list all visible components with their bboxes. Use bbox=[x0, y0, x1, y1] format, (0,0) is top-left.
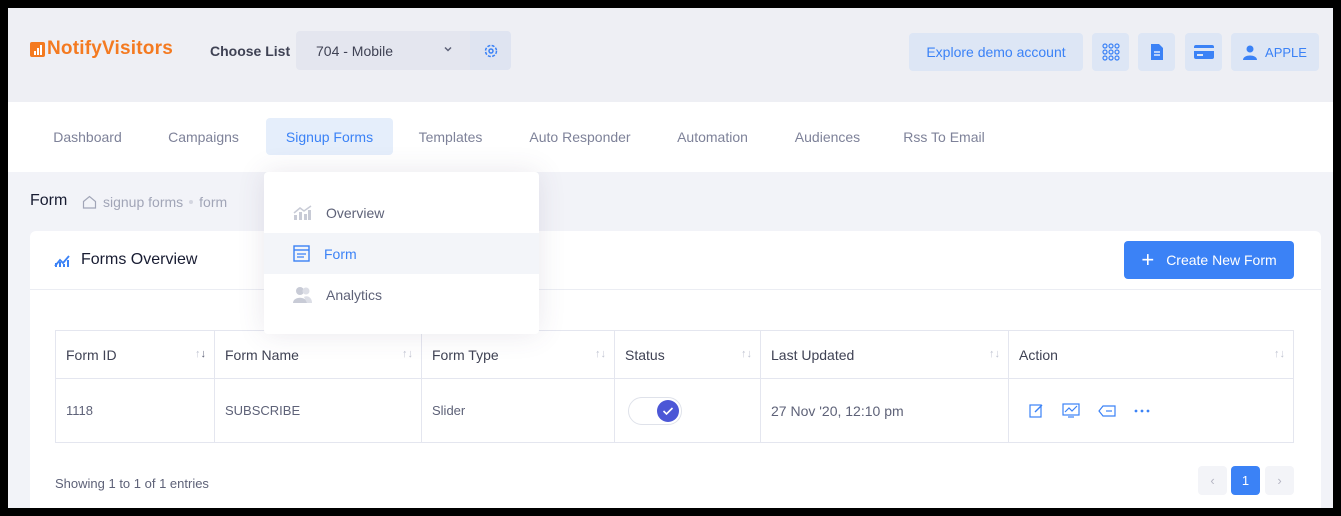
document-icon bbox=[1150, 44, 1163, 60]
forms-card: Forms Overview + Create New Form Form ID… bbox=[30, 231, 1321, 508]
list-settings-button[interactable] bbox=[470, 31, 511, 70]
page-button-current[interactable]: 1 bbox=[1231, 466, 1260, 495]
chart-icon bbox=[293, 205, 312, 220]
submenu-item-overview[interactable]: Overview bbox=[264, 192, 539, 233]
app-frame: NotifyVisitors Choose List 704 - Mobile … bbox=[8, 8, 1333, 508]
nav-automation[interactable]: Automation bbox=[661, 118, 764, 155]
user-icon bbox=[1243, 45, 1258, 60]
logo-text: NotifyVisitors bbox=[47, 38, 173, 59]
sort-icon: ↑↓ bbox=[195, 348, 206, 360]
list-select[interactable]: 704 - Mobile bbox=[296, 31, 470, 70]
submenu-item-form[interactable]: Form bbox=[264, 233, 539, 274]
sort-icon: ↑↓ bbox=[595, 348, 606, 360]
submenu-label: Analytics bbox=[326, 286, 383, 303]
signup-forms-submenu: Overview Form Analytics bbox=[264, 172, 539, 334]
cell-form-id: 1118 bbox=[55, 378, 215, 443]
explore-demo-button[interactable]: Explore demo account bbox=[909, 33, 1083, 71]
choose-list-label: Choose List bbox=[210, 43, 291, 59]
breadcrumb: signup forms form bbox=[82, 194, 227, 210]
cell-form-name: SUBSCRIBE bbox=[214, 378, 422, 443]
credit-card-icon bbox=[1193, 45, 1214, 59]
documents-button[interactable] bbox=[1138, 33, 1175, 71]
prev-page-button[interactable]: ‹ bbox=[1198, 466, 1227, 495]
sort-icon: ↑↓ bbox=[1274, 348, 1285, 360]
submenu-label: Form bbox=[324, 245, 357, 262]
main-nav: Dashboard Campaigns Signup Forms Templat… bbox=[8, 102, 1333, 172]
user-name: APPLE bbox=[1265, 44, 1307, 60]
card-header: Forms Overview + Create New Form bbox=[30, 231, 1321, 290]
column-header-action[interactable]: Action ↑↓ bbox=[1008, 330, 1294, 379]
check-icon bbox=[657, 399, 679, 422]
cell-form-type: Slider bbox=[421, 378, 615, 443]
sort-icon: ↑↓ bbox=[402, 348, 413, 360]
users-icon bbox=[293, 287, 312, 303]
chevron-down-icon bbox=[444, 46, 452, 52]
column-header-form-name[interactable]: Form Name ↑↓ bbox=[214, 330, 422, 379]
chevron-right-icon: › bbox=[1277, 473, 1282, 488]
top-header: NotifyVisitors Choose List 704 - Mobile … bbox=[8, 8, 1333, 102]
table-header-row: Form ID ↑↓ Form Name ↑↓ Form Type ↑↓ Status… bbox=[55, 330, 1294, 379]
grid-icon bbox=[1101, 43, 1120, 61]
billing-button[interactable] bbox=[1185, 33, 1222, 71]
home-icon[interactable] bbox=[82, 195, 97, 209]
column-header-status[interactable]: Status ↑↓ bbox=[614, 330, 761, 379]
card-title-text: Forms Overview bbox=[81, 251, 198, 268]
page-title: Form bbox=[30, 192, 68, 209]
logo-icon bbox=[30, 41, 45, 57]
breadcrumb-separator bbox=[189, 200, 194, 204]
submenu-item-analytics[interactable]: Analytics bbox=[264, 274, 539, 315]
report-icon[interactable] bbox=[1062, 403, 1080, 418]
table-row: 1118 SUBSCRIBE Slider 27 Nov '20, 12:10 … bbox=[55, 378, 1294, 443]
edit-icon[interactable] bbox=[1029, 403, 1044, 418]
column-header-last-updated[interactable]: Last Updated ↑↓ bbox=[760, 330, 1009, 379]
breadcrumb-signup-forms[interactable]: signup forms bbox=[103, 194, 183, 210]
nav-templates[interactable]: Templates bbox=[401, 118, 500, 155]
breadcrumb-form[interactable]: form bbox=[199, 194, 227, 210]
status-toggle[interactable] bbox=[628, 396, 682, 425]
create-new-form-button[interactable]: + Create New Form bbox=[1124, 241, 1294, 279]
card-title: Forms Overview bbox=[54, 251, 197, 269]
cell-actions bbox=[1008, 378, 1294, 443]
nav-rss-to-email[interactable]: Rss To Email bbox=[889, 118, 999, 155]
create-new-form-label: Create New Form bbox=[1166, 252, 1277, 268]
cell-status bbox=[614, 378, 761, 443]
list-select-value: 704 - Mobile bbox=[316, 42, 394, 59]
nav-audiences[interactable]: Audiences bbox=[778, 118, 877, 155]
sort-icon: ↑↓ bbox=[989, 348, 1000, 360]
nav-dashboard[interactable]: Dashboard bbox=[38, 118, 137, 155]
submenu-label: Overview bbox=[326, 204, 385, 221]
tag-icon[interactable] bbox=[1098, 404, 1116, 417]
logo[interactable]: NotifyVisitors bbox=[30, 38, 173, 60]
nav-auto-responder[interactable]: Auto Responder bbox=[515, 118, 645, 155]
column-header-form-id[interactable]: Form ID ↑↓ bbox=[55, 330, 215, 379]
column-header-form-type[interactable]: Form Type ↑↓ bbox=[421, 330, 615, 379]
user-menu-button[interactable]: APPLE bbox=[1231, 33, 1319, 71]
plus-icon: + bbox=[1141, 247, 1155, 272]
chart-icon bbox=[54, 255, 70, 267]
cell-last-updated: 27 Nov '20, 12:10 pm bbox=[760, 378, 1009, 443]
nav-campaigns[interactable]: Campaigns bbox=[149, 118, 258, 155]
sort-icon: ↑↓ bbox=[741, 348, 752, 360]
next-page-button[interactable]: › bbox=[1265, 466, 1294, 495]
chevron-left-icon: ‹ bbox=[1210, 473, 1215, 488]
more-icon[interactable] bbox=[1134, 409, 1150, 413]
gear-icon bbox=[484, 44, 497, 57]
apps-button[interactable] bbox=[1092, 33, 1129, 71]
nav-signup-forms[interactable]: Signup Forms bbox=[266, 118, 393, 155]
form-icon bbox=[293, 245, 310, 262]
forms-table: Form ID ↑↓ Form Name ↑↓ Form Type ↑↓ Status… bbox=[55, 330, 1294, 443]
entries-info: Showing 1 to 1 of 1 entries bbox=[55, 476, 209, 491]
